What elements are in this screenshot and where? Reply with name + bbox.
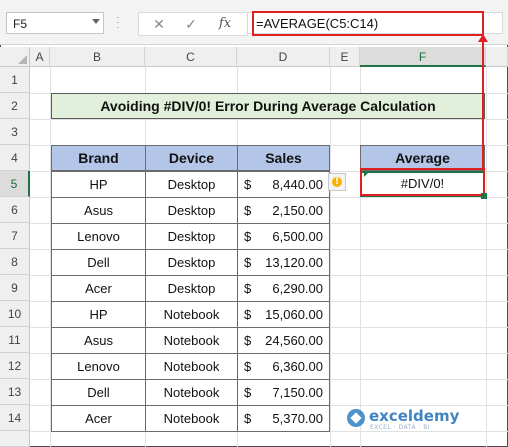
device-cell[interactable]: Notebook xyxy=(145,379,238,406)
currency-symbol: $ xyxy=(244,203,252,218)
currency-symbol: $ xyxy=(244,359,252,374)
name-box-value: F5 xyxy=(13,17,28,31)
sales-cell[interactable]: $2,150.00 xyxy=(237,197,330,224)
name-box-dropdown-icon[interactable] xyxy=(92,19,100,24)
brand-cell[interactable]: HP xyxy=(51,171,146,198)
select-all-corner[interactable] xyxy=(0,47,30,67)
sales-cell[interactable]: $8,440.00 xyxy=(237,171,330,198)
sales-cell[interactable]: $24,560.00 xyxy=(237,327,330,354)
device-cell[interactable]: Desktop xyxy=(145,275,238,302)
brand-cell[interactable]: Lenovo xyxy=(51,353,146,380)
brand-cell[interactable]: HP xyxy=(51,301,146,328)
row-header-7[interactable]: 7 xyxy=(0,223,30,249)
row-header-1[interactable]: 1 xyxy=(0,67,30,93)
gridline xyxy=(486,67,487,447)
watermark-tagline: EXCEL · DATA · BI xyxy=(370,424,431,431)
currency-symbol: $ xyxy=(244,229,252,244)
device-cell[interactable]: Notebook xyxy=(145,301,238,328)
column-header-d[interactable]: D xyxy=(237,47,330,67)
sales-amount: 6,500.00 xyxy=(272,229,323,244)
currency-symbol: $ xyxy=(244,411,252,426)
brand-cell[interactable]: Asus xyxy=(51,197,146,224)
brand-cell[interactable]: Acer xyxy=(51,275,146,302)
sales-amount: 5,370.00 xyxy=(272,411,323,426)
device-cell[interactable]: Notebook xyxy=(145,405,238,432)
brand-cell[interactable]: Dell xyxy=(51,249,146,276)
fx-icon[interactable]: fx xyxy=(211,13,239,35)
column-header-f[interactable]: F xyxy=(360,47,486,67)
row-header-11[interactable]: 11 xyxy=(0,327,30,353)
sales-amount: 6,290.00 xyxy=(272,281,323,296)
sales-cell[interactable]: $7,150.00 xyxy=(237,379,330,406)
column-header-a[interactable]: A xyxy=(30,47,50,67)
row-header-14[interactable]: 14 xyxy=(0,405,30,431)
sales-amount: 7,150.00 xyxy=(272,385,323,400)
sales-cell[interactable]: $6,500.00 xyxy=(237,223,330,250)
brand-cell[interactable]: Acer xyxy=(51,405,146,432)
brand-cell[interactable]: Lenovo xyxy=(51,223,146,250)
sales-amount: 6,360.00 xyxy=(272,359,323,374)
column-header-e[interactable]: E xyxy=(330,47,360,67)
brand-cell[interactable]: Dell xyxy=(51,379,146,406)
exceldemy-logo-icon xyxy=(347,409,365,427)
connector-line xyxy=(482,36,484,170)
arrow-up-icon xyxy=(478,34,488,42)
device-cell[interactable]: Desktop xyxy=(145,223,238,250)
sales-cell[interactable]: $6,360.00 xyxy=(237,353,330,380)
row-header-15[interactable] xyxy=(0,431,30,447)
device-cell[interactable]: Notebook xyxy=(145,327,238,354)
more-options-icon[interactable]: · · · xyxy=(116,13,120,33)
row-header-10[interactable]: 10 xyxy=(0,301,30,327)
gridline xyxy=(330,67,331,447)
x-icon[interactable]: ✕ xyxy=(145,13,173,35)
sales-amount: 24,560.00 xyxy=(265,333,323,348)
formula-buttons: ✕ ✓ fx xyxy=(138,12,248,36)
fill-handle[interactable] xyxy=(481,193,487,199)
watermark-name: exceldemy xyxy=(369,407,460,425)
header-device[interactable]: Device xyxy=(145,145,238,171)
column-header-b[interactable]: B xyxy=(50,47,145,67)
gridline xyxy=(30,119,508,120)
sales-cell[interactable]: $15,060.00 xyxy=(237,301,330,328)
row-header-9[interactable]: 9 xyxy=(0,275,30,301)
currency-symbol: $ xyxy=(244,255,252,270)
header-sales[interactable]: Sales xyxy=(237,145,330,171)
row-header-4[interactable]: 4 xyxy=(0,145,30,171)
check-icon[interactable]: ✓ xyxy=(177,13,205,35)
gridline xyxy=(360,67,361,447)
watermark-logo: exceldemy EXCEL · DATA · BI xyxy=(347,405,467,433)
brand-cell[interactable]: Asus xyxy=(51,327,146,354)
sales-cell[interactable]: $13,120.00 xyxy=(237,249,330,276)
row-header-3[interactable]: 3 xyxy=(0,119,30,145)
sales-cell[interactable]: $5,370.00 xyxy=(237,405,330,432)
device-cell[interactable]: Desktop xyxy=(145,197,238,224)
column-header-g[interactable] xyxy=(486,47,508,67)
sales-amount: 8,440.00 xyxy=(272,177,323,192)
row-header-6[interactable]: 6 xyxy=(0,197,30,223)
row-header-12[interactable]: 12 xyxy=(0,353,30,379)
sales-amount: 15,060.00 xyxy=(265,307,323,322)
sheet-title[interactable]: Avoiding #DIV/0! Error During Average Ca… xyxy=(51,93,485,119)
row-header-13[interactable]: 13 xyxy=(0,379,30,405)
currency-symbol: $ xyxy=(244,307,252,322)
sales-amount: 2,150.00 xyxy=(272,203,323,218)
row-header-8[interactable]: 8 xyxy=(0,249,30,275)
sales-cell[interactable]: $6,290.00 xyxy=(237,275,330,302)
row-header-5[interactable]: 5 xyxy=(0,171,30,197)
formula-highlight-box xyxy=(252,11,484,36)
name-box[interactable]: F5 xyxy=(6,12,104,34)
device-cell[interactable]: Notebook xyxy=(145,353,238,380)
device-cell[interactable]: Desktop xyxy=(145,249,238,276)
result-highlight-box xyxy=(360,168,485,196)
currency-symbol: $ xyxy=(244,385,252,400)
currency-symbol: $ xyxy=(244,177,252,192)
error-warning-icon[interactable]: ! xyxy=(328,173,346,191)
row-header-2[interactable]: 2 xyxy=(0,93,30,119)
currency-symbol: $ xyxy=(244,333,252,348)
column-header-c[interactable]: C xyxy=(145,47,237,67)
header-brand[interactable]: Brand xyxy=(51,145,146,171)
currency-symbol: $ xyxy=(244,281,252,296)
sales-amount: 13,120.00 xyxy=(265,255,323,270)
device-cell[interactable]: Desktop xyxy=(145,171,238,198)
